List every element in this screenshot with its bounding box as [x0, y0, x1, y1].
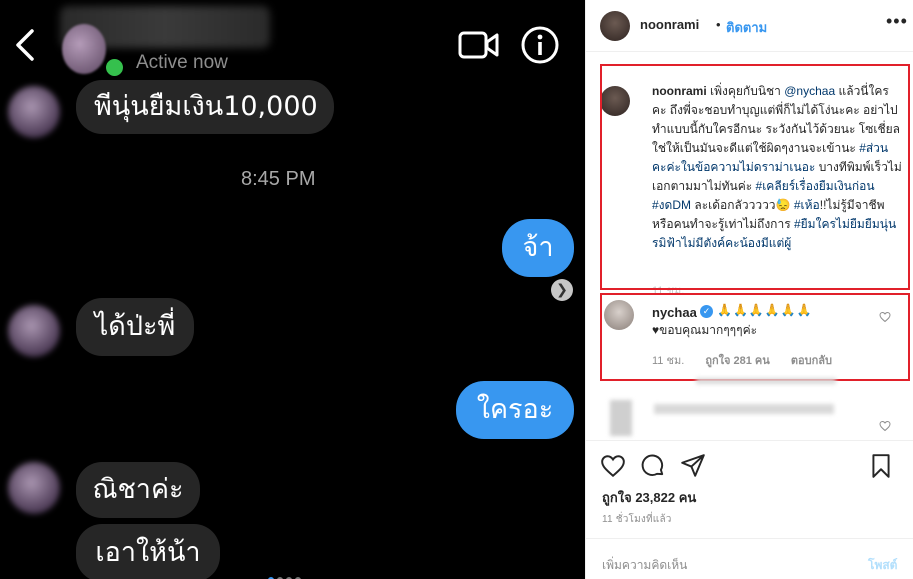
- heart-icon[interactable]: [600, 453, 626, 479]
- blurred-row: [696, 378, 836, 384]
- comment-icon[interactable]: [640, 453, 666, 479]
- chat-screenshot: Active now พีนุ่นยืมเงิน10,000 8:45 PM จ…: [0, 0, 585, 579]
- contact-avatar: [8, 86, 60, 138]
- post-comment-button[interactable]: โพสต์: [868, 556, 897, 575]
- post-author-username[interactable]: noonrami: [640, 17, 699, 32]
- divider: [586, 440, 913, 441]
- blurred-avatar: [610, 400, 632, 436]
- back-arrow-icon[interactable]: [12, 28, 38, 62]
- message-bubble-outgoing: จ้า: [502, 219, 574, 277]
- bookmark-icon[interactable]: [868, 453, 894, 479]
- divider: [586, 538, 913, 539]
- message-bubble-incoming: ณิชาค่ะ: [76, 462, 200, 518]
- post-panel: noonrami • ติดตาม ••• noonrami เพิ่งคุยก…: [585, 0, 913, 579]
- add-comment-input[interactable]: เพิ่มความคิดเห็น: [602, 556, 687, 575]
- message-bubble-outgoing: ใครอะ: [456, 381, 574, 439]
- more-options-icon[interactable]: •••: [886, 11, 908, 32]
- divider: [586, 51, 913, 52]
- next-arrow-icon[interactable]: ❯: [551, 279, 573, 301]
- post-timestamp: 11 ชั่วโมงที่แล้ว: [602, 514, 672, 525]
- highlight-box-comment: [600, 293, 910, 381]
- active-status-dot: [103, 56, 126, 79]
- message-bubble-incoming: เอาให้น้า: [76, 524, 220, 579]
- likes-count[interactable]: ถูกใจ 23,822 คน: [602, 487, 696, 508]
- message-bubble-incoming: ได้ป่ะพี่: [76, 298, 194, 356]
- share-icon[interactable]: [680, 453, 706, 479]
- contact-avatar: [62, 24, 106, 74]
- follow-button[interactable]: ติดตาม: [726, 17, 767, 38]
- message-bubble-incoming: พีนุ่นยืมเงิน10,000: [76, 80, 334, 134]
- carousel-dots: [268, 568, 304, 579]
- contact-avatar: [8, 305, 60, 357]
- active-status-text: Active now: [136, 52, 228, 73]
- info-icon[interactable]: [520, 25, 560, 65]
- highlight-box-caption: [600, 64, 910, 290]
- blurred-row: [654, 404, 834, 414]
- video-call-icon[interactable]: [458, 30, 500, 60]
- separator-dot: •: [716, 17, 721, 32]
- avatar[interactable]: [600, 11, 630, 41]
- message-timestamp: 8:45 PM: [241, 168, 316, 190]
- heart-icon[interactable]: [879, 420, 891, 432]
- contact-avatar: [8, 462, 60, 514]
